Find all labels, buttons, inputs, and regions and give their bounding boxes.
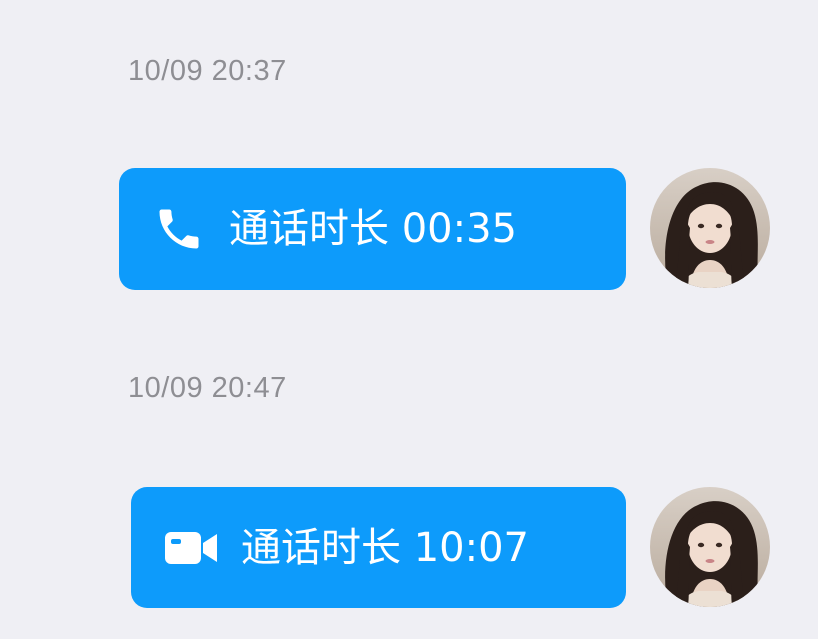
voice-call-record-bubble[interactable]: 通话时长 00:35 (119, 168, 626, 290)
message-timestamp: 10/09 20:47 (128, 372, 287, 404)
call-duration-label: 通话时长 10:07 (241, 524, 529, 571)
video-call-record-bubble[interactable]: 通话时长 10:07 (131, 487, 626, 608)
phone-icon (149, 203, 209, 255)
chat-screen: { "messages": [ { "timestamp": "10/09 20… (0, 0, 818, 639)
video-camera-icon (161, 526, 221, 570)
avatar[interactable] (650, 168, 770, 288)
message-timestamp: 10/09 20:37 (128, 55, 287, 87)
call-duration-label: 通话时长 00:35 (229, 206, 517, 252)
avatar[interactable] (650, 487, 770, 607)
